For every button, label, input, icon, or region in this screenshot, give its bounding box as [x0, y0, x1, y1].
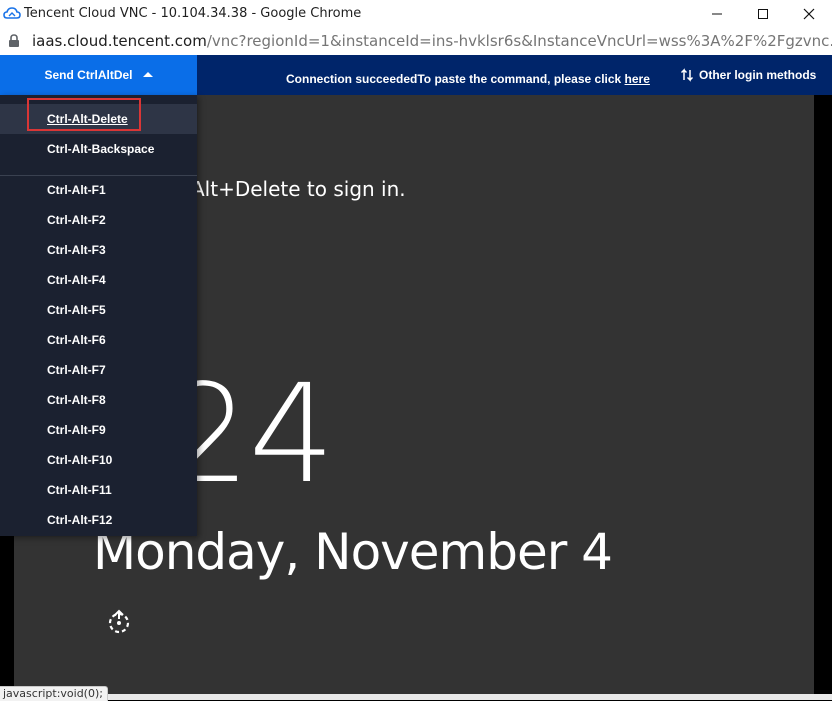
other-login-label: Other login methods [699, 68, 817, 82]
url-path: /vnc?regionId=1&instanceId=ins-hvklsr6s&… [206, 32, 832, 50]
menu-item-ctrl-alt-delete[interactable]: Ctrl-Alt-Delete [0, 104, 197, 134]
menu-item-ctrl-alt-f5[interactable]: Ctrl-Alt-F5 [0, 295, 197, 325]
menu-item-ctrl-alt-f10[interactable]: Ctrl-Alt-F10 [0, 445, 197, 475]
send-ctrlaltdel-label: Send CtrlAltDel [44, 68, 133, 82]
address-bar[interactable]: iaas.cloud.tencent.com/vnc?regionId=1&in… [0, 28, 832, 56]
screen-border [814, 95, 832, 700]
minimize-icon [712, 13, 722, 15]
cloud-icon [3, 6, 21, 22]
maximize-button[interactable] [740, 0, 786, 28]
menu-item-ctrl-alt-f12[interactable]: Ctrl-Alt-F12 [0, 505, 197, 535]
menu-item-ctrl-alt-f3[interactable]: Ctrl-Alt-F3 [0, 235, 197, 265]
menu-item-ctrl-alt-f11[interactable]: Ctrl-Alt-F11 [0, 475, 197, 505]
ease-of-access-icon[interactable] [106, 609, 132, 640]
url-host: iaas.cloud.tencent.com [32, 32, 207, 50]
paste-here-link[interactable]: here [625, 72, 650, 86]
menu-item-ctrl-alt-f2[interactable]: Ctrl-Alt-F2 [0, 205, 197, 235]
send-keys-dropdown: Ctrl-Alt-Delete Ctrl-Alt-Backspace Ctrl-… [0, 95, 197, 536]
menu-item-ctrl-alt-f9[interactable]: Ctrl-Alt-F9 [0, 415, 197, 445]
lock-icon [8, 34, 20, 53]
close-button[interactable] [786, 0, 832, 28]
menu-item-ctrl-alt-f6[interactable]: Ctrl-Alt-F6 [0, 325, 197, 355]
send-ctrlaltdel-button[interactable]: Send CtrlAltDel [0, 55, 197, 95]
browser-title-bar: Tencent Cloud VNC - 10.104.34.38 - Googl… [0, 0, 832, 29]
other-login-methods-button[interactable]: Other login methods [680, 68, 816, 82]
menu-item-ctrl-alt-f8[interactable]: Ctrl-Alt-F8 [0, 385, 197, 415]
window-title: Tencent Cloud VNC - 10.104.34.38 - Googl… [24, 6, 362, 21]
menu-item-ctrl-alt-f1[interactable]: Ctrl-Alt-F1 [0, 175, 197, 205]
menu-item-ctrl-alt-f4[interactable]: Ctrl-Alt-F4 [0, 265, 197, 295]
link-status-bubble: javascript:void(0); [0, 686, 108, 701]
menu-item-ctrl-alt-f7[interactable]: Ctrl-Alt-F7 [0, 355, 197, 385]
maximize-icon [758, 9, 768, 19]
swap-icon [680, 68, 694, 82]
caret-up-icon [142, 71, 153, 77]
connection-message: Connection succeededTo paste the command… [286, 72, 650, 86]
close-icon [803, 8, 815, 20]
sign-in-hint: Alt+Delete to sign in. [191, 177, 406, 201]
minimize-button[interactable] [694, 0, 740, 28]
window-bottom-edge [0, 694, 832, 700]
connection-message-text: Connection succeededTo paste the command… [286, 72, 625, 86]
menu-item-ctrl-alt-backspace[interactable]: Ctrl-Alt-Backspace [0, 134, 197, 164]
vnc-toolbar: Send CtrlAltDel Connection succeededTo p… [0, 55, 832, 95]
url-text[interactable]: iaas.cloud.tencent.com/vnc?regionId=1&in… [32, 32, 832, 50]
